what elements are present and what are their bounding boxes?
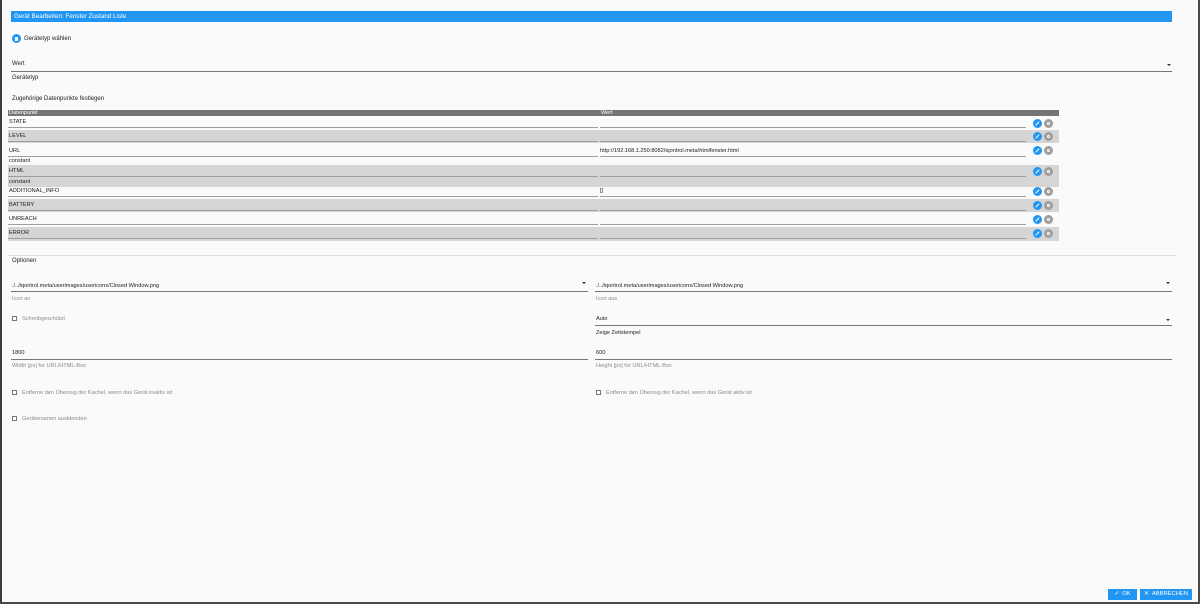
table-row: UNREACH [8, 213, 1059, 226]
edit-icon[interactable] [1033, 132, 1042, 141]
wrench-icon[interactable] [1044, 146, 1053, 155]
table-row: URL http://192.168.1.250:8082/iqontrol.m… [8, 146, 1059, 157]
wrench-icon[interactable] [1044, 229, 1053, 238]
overlay-active-label: Entferne den Überzug der Kachel, wenn da… [606, 390, 752, 396]
icon-on-select[interactable]: ./../iqontrol.meta/userimages/usericons/… [12, 283, 159, 289]
device-type-select[interactable]: Wert [12, 61, 25, 67]
wrench-icon[interactable] [1044, 201, 1053, 210]
edit-icon[interactable] [1033, 215, 1042, 224]
device-type-button[interactable] [12, 34, 21, 43]
width-label: Width [px] for URL/HTML-Box [12, 363, 86, 369]
datapoints-heading: Zugehörige Datenpunkte festlegen [12, 96, 105, 102]
cancel-button[interactable]: ✕ ABBRECHEN [1140, 589, 1192, 600]
check-icon: ✓ [1114, 591, 1120, 597]
timestamp-select[interactable]: Auto [596, 316, 608, 322]
overlay-active-checkbox[interactable] [596, 390, 601, 395]
column-header-datapoint: Datenpunkt [9, 110, 38, 116]
table-row: ADDITIONAL_INFO [] [8, 187, 1059, 198]
datapoint-name[interactable]: UNREACH [9, 216, 37, 222]
dialog-title: Gerät Bearbeiten: Fenster Zustand Liste [11, 11, 1172, 22]
datapoint-name[interactable]: URL [9, 148, 20, 154]
wrench-icon[interactable] [1044, 167, 1053, 176]
device-type-underline [11, 71, 1172, 72]
column-header-value: Wert [601, 110, 613, 116]
width-input[interactable]: 1800 [12, 350, 24, 356]
datapoint-name[interactable]: HTML [9, 168, 24, 174]
hide-name-checkbox[interactable] [12, 416, 17, 421]
chevron-down-icon[interactable] [1166, 319, 1170, 321]
height-input[interactable]: 600 [596, 350, 605, 356]
edit-icon[interactable] [1033, 167, 1042, 176]
ok-button[interactable]: ✓ OK [1108, 589, 1137, 600]
datapoint-name[interactable]: BATTERY [9, 202, 34, 208]
datapoint-value[interactable]: http://192.168.1.250:8082/iqontrol.meta/… [600, 148, 739, 154]
constant-label: constant [9, 158, 31, 164]
chevron-down-icon[interactable] [1166, 282, 1170, 284]
edit-icon[interactable] [1033, 119, 1042, 128]
options-divider [8, 255, 1176, 256]
table-row: ERROR [8, 227, 1059, 241]
edit-icon[interactable] [1033, 201, 1042, 210]
table-row: BATTERY [8, 199, 1059, 212]
wrench-icon[interactable] [1044, 132, 1053, 141]
height-label: Height [px] for URL/HTML-Box [596, 363, 672, 369]
window-frame-left [0, 0, 2, 604]
datapoint-name[interactable]: ERROR [9, 230, 29, 236]
readonly-label: Schreibgeschützt [22, 316, 65, 322]
hide-name-label: Gerätenamen ausblenden [22, 416, 87, 422]
table-row: LEVEL [8, 130, 1059, 143]
device-type-button-label[interactable]: Gerätetyp wählen [24, 36, 71, 42]
edit-icon[interactable] [1033, 146, 1042, 155]
readonly-checkbox[interactable] [12, 316, 17, 321]
icon-on-label: Icon an [12, 296, 31, 302]
chevron-down-icon[interactable] [1167, 64, 1171, 66]
datapoint-name[interactable]: ADDITIONAL_INFO [9, 188, 59, 194]
wrench-icon[interactable] [1044, 119, 1053, 128]
overlay-inactive-label: Entferne den Überzug der Kachel, wenn da… [22, 390, 173, 396]
device-type-icon [15, 36, 18, 41]
icon-off-select[interactable]: ./../iqontrol.meta/userimages/usericons/… [596, 283, 743, 289]
edit-icon[interactable] [1033, 187, 1042, 196]
edit-icon[interactable] [1033, 229, 1042, 238]
chevron-down-icon[interactable] [582, 282, 586, 284]
wrench-icon[interactable] [1044, 187, 1053, 196]
options-heading: Optionen [12, 258, 37, 264]
device-type-label: Gerätetyp [12, 75, 39, 81]
datapoint-name[interactable]: LEVEL [9, 133, 26, 139]
wrench-icon[interactable] [1044, 215, 1053, 224]
timestamp-label: Zeige Zeitstempel [596, 330, 641, 336]
overlay-inactive-checkbox[interactable] [12, 390, 17, 395]
close-icon: ✕ [1144, 591, 1149, 597]
datapoint-value[interactable]: [] [600, 188, 603, 194]
icon-off-label: Icon aus [596, 296, 618, 302]
table-row: HTML [8, 165, 1059, 187]
datapoint-name[interactable]: STATE [9, 119, 26, 125]
table-row: STATE [8, 119, 1059, 129]
constant-label: constant [9, 179, 31, 185]
